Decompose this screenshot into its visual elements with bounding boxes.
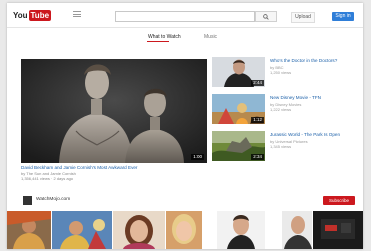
- home-tabs: What to Watch Music: [7, 28, 363, 44]
- search-input[interactable]: [115, 11, 255, 22]
- logo-tube-text: Tube: [28, 9, 52, 21]
- featured-video-image: [21, 59, 207, 163]
- sidebar-meta-line2: 1,250 views: [270, 70, 292, 75]
- sidebar-duration: 2:44: [251, 80, 264, 86]
- sidebar-meta-line2: 1,345 views: [270, 144, 292, 149]
- sidebar-thumbnail[interactable]: 1:12: [212, 94, 265, 124]
- tab-music[interactable]: Music: [204, 34, 217, 40]
- search-button[interactable]: [255, 11, 277, 22]
- video-thumbnail-image: [52, 211, 112, 249]
- sidebar-thumbnail[interactable]: 2:44: [212, 57, 265, 87]
- sidebar-title-link[interactable]: New Disney Movie - TFN: [270, 95, 360, 100]
- subscribe-button[interactable]: Subscribe: [323, 196, 355, 205]
- video-thumbnail-image: [7, 211, 51, 249]
- video-thumbnail[interactable]: [282, 211, 312, 249]
- search-icon: [263, 13, 269, 20]
- sidebar-title-link[interactable]: Jurassic World - The Park Is Open: [270, 132, 360, 137]
- video-thumbnail-image: [113, 211, 165, 249]
- video-thumbnail[interactable]: [7, 211, 51, 249]
- video-thumbnail-image: [217, 211, 265, 249]
- logo-you-text: You: [13, 10, 28, 20]
- featured-title-link[interactable]: David Beckham and Jamie Cornish's Most A…: [21, 165, 211, 170]
- channel-avatar[interactable]: [23, 196, 32, 205]
- sidebar-thumbnail[interactable]: 2:34: [212, 131, 265, 161]
- masthead: You Tube Upload Sign in: [7, 3, 363, 28]
- video-thumbnail-image: [313, 211, 363, 249]
- upload-button[interactable]: Upload: [291, 12, 315, 23]
- featured-meta-line2: 1,356,441 views · 2 days ago: [21, 176, 74, 181]
- youtube-logo[interactable]: You Tube: [13, 9, 52, 21]
- list-item[interactable]: 1:12 New Disney Movie - TFN by Disney Mo…: [212, 94, 360, 124]
- guide-icon[interactable]: [73, 11, 81, 17]
- youtube-window: You Tube Upload Sign in What to Watch Mu…: [7, 3, 363, 249]
- sidebar-meta-line2: 1,222 views: [270, 107, 292, 112]
- video-thumbnail[interactable]: [52, 211, 112, 249]
- sidebar-duration: 1:12: [251, 117, 264, 123]
- featured-duration: 1:00: [191, 154, 204, 160]
- tab-what-to-watch[interactable]: What to Watch: [148, 34, 181, 40]
- active-tab-indicator: [147, 41, 169, 42]
- video-thumbnail-image: [282, 211, 312, 249]
- video-thumbnail[interactable]: [313, 211, 363, 249]
- list-item[interactable]: 2:44 Who's the Doctor in the Doctors? by…: [212, 57, 360, 87]
- video-thumbnail[interactable]: [113, 211, 165, 249]
- sign-in-button[interactable]: Sign in: [332, 12, 354, 21]
- channel-row: WatchMojo.com Subscribe: [17, 195, 363, 207]
- featured-video-thumbnail[interactable]: 1:00: [21, 59, 207, 163]
- list-item[interactable]: 2:34 Jurassic World - The Park Is Open b…: [212, 131, 360, 161]
- video-thumbnail[interactable]: [166, 211, 202, 249]
- video-thumbnail-image: [166, 211, 202, 249]
- video-thumbnail[interactable]: [217, 211, 265, 249]
- channel-name-link[interactable]: WatchMojo.com: [36, 197, 70, 202]
- sidebar-duration: 2:34: [251, 154, 264, 160]
- sidebar-title-link[interactable]: Who's the Doctor in the Doctors?: [270, 58, 360, 63]
